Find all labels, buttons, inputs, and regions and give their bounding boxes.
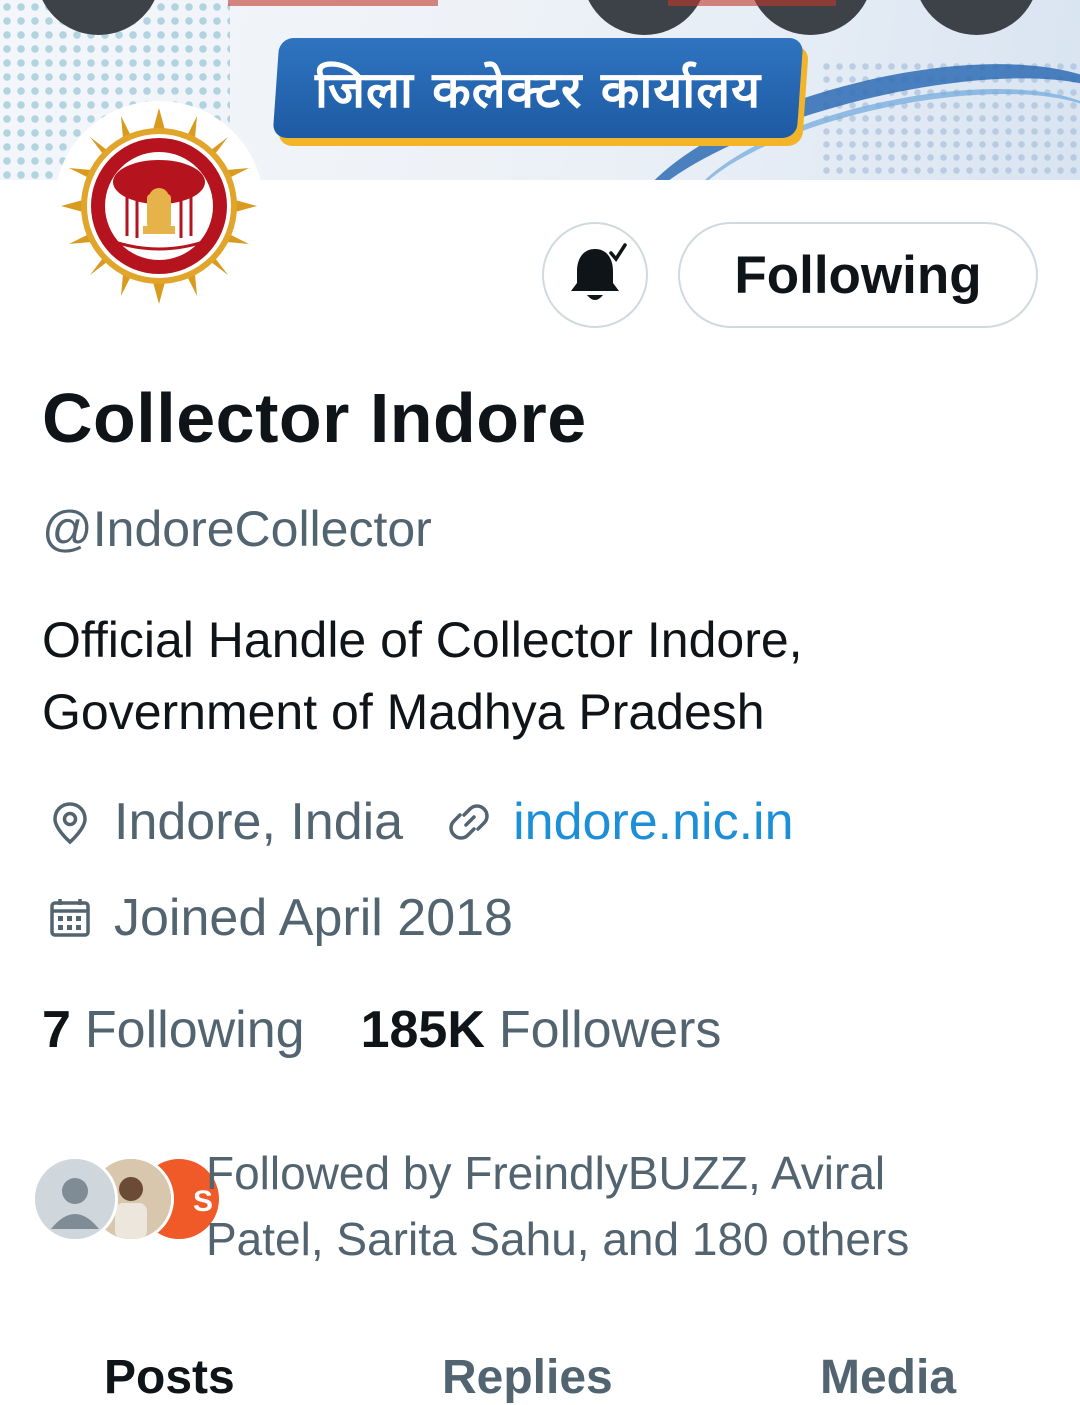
banner-strip [228, 0, 438, 6]
banner-title: जिला कलेक्टर कार्यालय [314, 61, 762, 119]
profile-website-link[interactable]: indore.nic.in [513, 792, 793, 852]
tab-media[interactable]: Media [820, 1350, 956, 1405]
tab-replies[interactable]: Replies [442, 1350, 613, 1405]
profile-tabs: Posts Replies Media [0, 1338, 1080, 1404]
profile-meta-joined: Joined April 2018 [42, 888, 513, 948]
bio-line: Official Handle of Collector Indore, [42, 612, 803, 668]
followers-stat-link[interactable]: 185K Followers [361, 1000, 722, 1060]
followed-by-avatars[interactable]: S [32, 1156, 222, 1242]
followers-count: 185K [360, 1001, 485, 1059]
banner-strip [668, 0, 836, 6]
following-button[interactable]: Following [678, 222, 1038, 328]
followers-label: Followers [498, 1001, 722, 1059]
following-label: Following [84, 1001, 305, 1059]
profile-meta-location-link: Indore, India indore.nic.in [42, 792, 794, 852]
mp-government-seal [61, 108, 257, 304]
calendar-icon [42, 890, 98, 946]
followed-by-line: Followed by FreindlyBUZZ, Aviral [206, 1147, 886, 1199]
bell-check-icon [571, 243, 627, 300]
link-icon [441, 794, 497, 850]
profile-display-name: Collector Indore [42, 379, 587, 457]
notifications-button[interactable] [542, 222, 648, 328]
banner-photo-circle [914, 0, 1039, 35]
profile-joined-date: Joined April 2018 [114, 889, 513, 947]
followed-by-line: Patel, Sarita Sahu, and 180 others [206, 1213, 910, 1265]
profile-bio: Official Handle of Collector Indore, Gov… [42, 604, 1042, 748]
profile-handle: @IndoreCollector [42, 501, 432, 557]
profile-avatar[interactable] [54, 101, 264, 311]
bio-line: Government of Madhya Pradesh [42, 684, 765, 740]
following-count: 7 [42, 1001, 71, 1059]
profile-location: Indore, India [114, 793, 404, 851]
followed-by-text[interactable]: Followed by FreindlyBUZZ, Aviral Patel, … [206, 1140, 1046, 1272]
profile-stats: 7 Following 185K Followers [42, 1000, 777, 1060]
tab-posts[interactable]: Posts [104, 1350, 235, 1405]
location-pin-icon [42, 794, 98, 850]
banner-title-box: जिला कलेक्टर कार्यालय [272, 38, 804, 138]
following-stat-link[interactable]: 7 Following [42, 1000, 305, 1060]
follower-avatar-default [32, 1156, 118, 1242]
